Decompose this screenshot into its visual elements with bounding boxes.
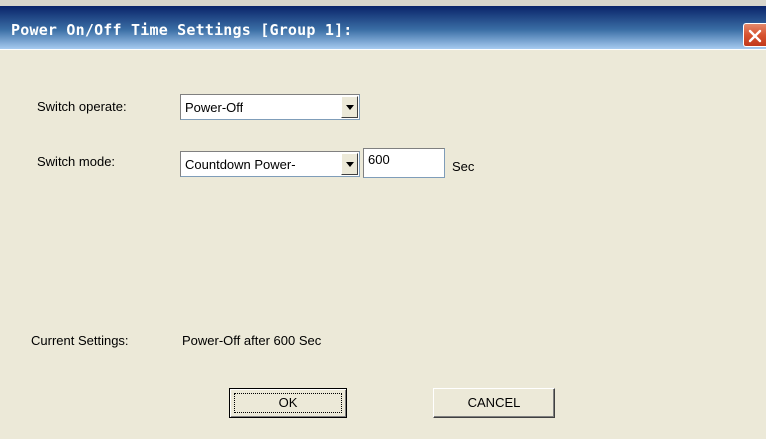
switch-mode-select[interactable]: Countdown Power- (180, 151, 360, 177)
ok-button-label: OK (278, 395, 298, 410)
current-settings-value: Power-Off after 600 Sec (182, 333, 322, 348)
seconds-value: 600 (368, 152, 390, 167)
cancel-button[interactable]: CANCEL (433, 388, 555, 418)
ok-button[interactable]: OK (229, 388, 347, 418)
chevron-down-icon (346, 105, 354, 110)
switch-mode-value: Countdown Power- (185, 157, 296, 172)
chevron-down-icon (346, 162, 354, 167)
seconds-input[interactable]: 600 (363, 148, 445, 178)
seconds-unit-label: Sec (452, 159, 475, 174)
switch-mode-label: Switch mode: (37, 154, 116, 169)
cancel-button-label: CANCEL (467, 395, 521, 410)
title-bar[interactable]: Power On/Off Time Settings [Group 1]: (0, 6, 766, 49)
close-button[interactable] (743, 23, 766, 47)
switch-operate-label: Switch operate: (37, 99, 127, 114)
close-icon (748, 29, 762, 43)
current-settings-label: Current Settings: (31, 333, 129, 348)
switch-operate-dropdown-button[interactable] (341, 96, 358, 118)
switch-operate-value: Power-Off (185, 100, 244, 115)
dialog-body: Switch operate: Power-Off Switch mode: C… (0, 49, 766, 439)
switch-mode-dropdown-button[interactable] (341, 153, 358, 175)
window-title: Power On/Off Time Settings [Group 1]: (11, 21, 353, 39)
switch-operate-select[interactable]: Power-Off (180, 94, 360, 120)
